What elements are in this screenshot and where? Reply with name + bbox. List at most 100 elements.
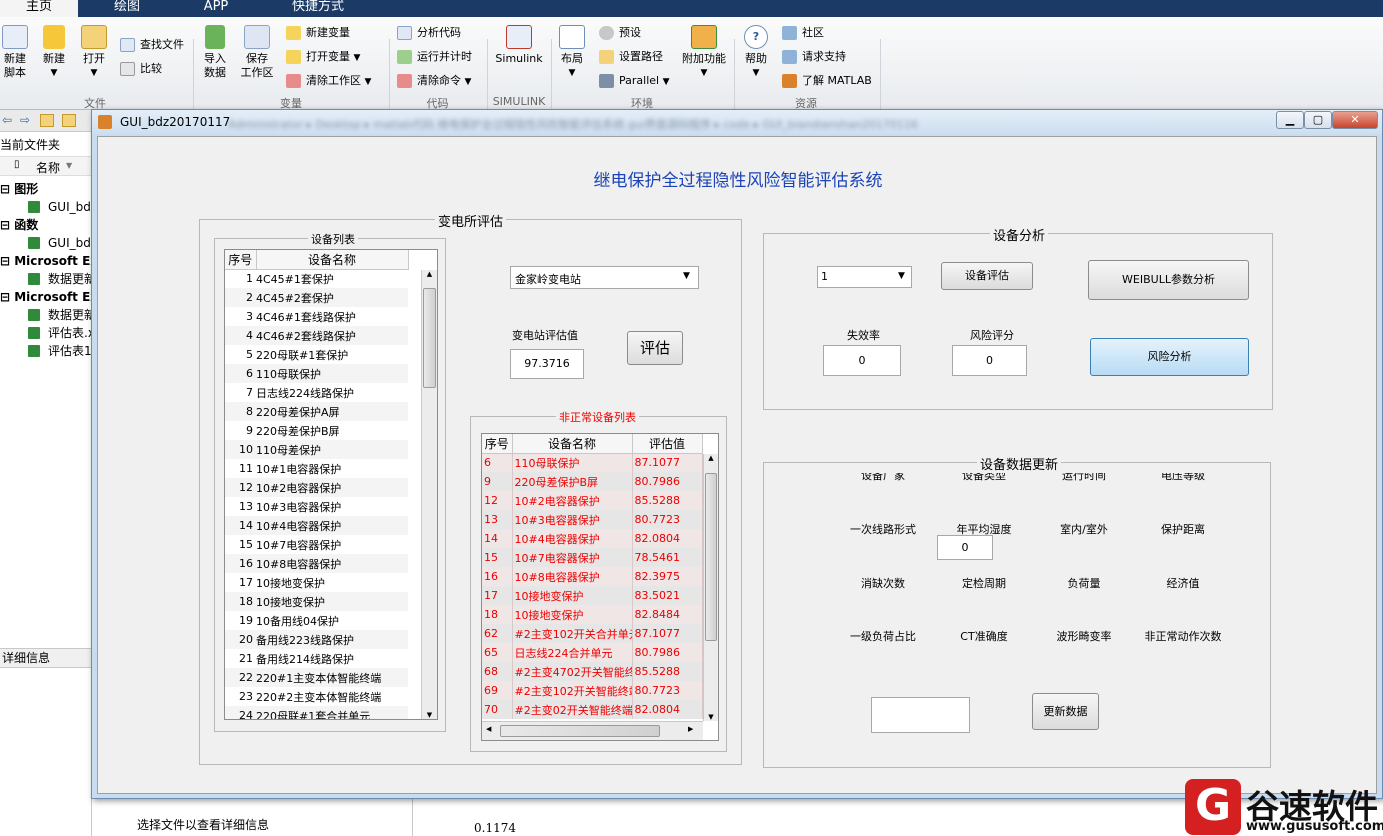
table-row[interactable]: 15 10#7电容器保护 78.5461 xyxy=(482,548,703,567)
tree-group[interactable]: ⊟ 函数 xyxy=(0,216,92,234)
table-row[interactable]: 21 备用线214线路保护 xyxy=(225,649,408,668)
run-and-time-button[interactable]: 运行并计时 xyxy=(397,48,472,66)
import-data-button[interactable]: 导入 数据 xyxy=(201,25,229,80)
tree-file[interactable]: 数据更新 xyxy=(0,270,96,288)
table-row[interactable]: 1 4C45#1套保护 xyxy=(225,269,408,288)
table-row[interactable]: 8 220母差保护A屏 xyxy=(225,402,408,421)
new-variable-button[interactable]: 新建变量 xyxy=(286,24,350,42)
station-select[interactable]: 金家岭变电站 ▼ xyxy=(510,266,699,289)
table-row[interactable]: 65 日志线224合并单元 80.7986 xyxy=(482,643,703,662)
add-ons-button[interactable]: 附加功能 ▼ xyxy=(681,25,727,80)
analyze-code-button[interactable]: 分析代码 xyxy=(397,24,461,42)
weibull-analysis-button[interactable]: WEIBULL参数分析 xyxy=(1088,260,1249,300)
simulink-button[interactable]: Simulink xyxy=(494,25,544,66)
table-row[interactable]: 23 220#2主变本体智能终端 xyxy=(225,687,408,706)
table-row[interactable]: 16 10#8电容器保护 xyxy=(225,554,408,573)
tree-file[interactable]: 评估表1 xyxy=(0,342,92,360)
abnormal-list-table[interactable]: 序号 设备名称 评估值 6 110母联保护 87.1077 9 220母差保护B屏 80.79… xyxy=(481,433,719,741)
table-row[interactable]: 70 #2主变02开关智能终端 82.0804 xyxy=(482,700,703,719)
table-row[interactable]: 15 10#7电容器保护 xyxy=(225,535,408,554)
table-row[interactable]: 17 10接地变保护 83.5021 xyxy=(482,586,703,605)
open-variable-button[interactable]: 打开变量 ▼ xyxy=(286,48,360,66)
evaluate-station-button[interactable]: 评估 xyxy=(627,331,683,365)
tree-file[interactable]: 数据更新 xyxy=(0,306,96,324)
table-row[interactable]: 16 10#8电容器保护 82.3975 xyxy=(482,567,703,586)
risk-score-field[interactable]: 0 xyxy=(952,345,1027,376)
clear-workspace-button[interactable]: 清除工作区 ▼ xyxy=(286,72,371,90)
scroll-left-icon[interactable]: ◀ xyxy=(486,725,491,733)
table-row[interactable]: 13 10#3电容器保护 80.7723 xyxy=(482,510,703,529)
table-row[interactable]: 3 4C46#1套线路保护 xyxy=(225,307,408,326)
scroll-thumb[interactable] xyxy=(500,725,660,737)
device-list-scrollbar[interactable]: ▲ ▼ xyxy=(421,270,437,719)
table-row[interactable]: 22 220#1主变本体智能终端 xyxy=(225,668,408,687)
scroll-up-icon[interactable]: ▲ xyxy=(422,270,437,282)
up-folder-icon[interactable] xyxy=(40,114,54,127)
community-button[interactable]: 社区 xyxy=(782,24,824,42)
table-row[interactable]: 18 10接地变保护 82.8484 xyxy=(482,605,703,624)
tree-group[interactable]: ⊟ Microsoft Exc xyxy=(0,288,105,306)
table-row[interactable]: 9 220母差保护B屏 80.7986 xyxy=(482,472,703,491)
table-row[interactable]: 5 220母联#1套保护 xyxy=(225,345,408,364)
close-button[interactable]: ✕ xyxy=(1332,111,1378,129)
learn-matlab-button[interactable]: 了解 MATLAB xyxy=(782,72,872,90)
humidity-field[interactable]: 0 xyxy=(937,535,993,560)
browse-folder-icon[interactable] xyxy=(62,114,76,127)
table-row[interactable]: 10 110母差保护 xyxy=(225,440,408,459)
col-header-no[interactable]: 序号 xyxy=(225,250,257,270)
window-title-bar[interactable]: GUI_bdz20170117 Administrator ▸ Desktop … xyxy=(92,110,1382,134)
abnormal-hscrollbar[interactable]: ◀ ▶ xyxy=(482,721,703,740)
table-row[interactable]: 14 10#4电容器保护 82.0804 xyxy=(482,529,703,548)
table-row[interactable]: 24 220母联#1套合并单元 xyxy=(225,706,408,719)
tree-file[interactable]: 评估表.x xyxy=(0,324,95,342)
table-row[interactable]: 19 10备用线04保护 xyxy=(225,611,408,630)
maximize-button[interactable]: ▢ xyxy=(1304,111,1332,129)
col-header-value[interactable]: 评估值 xyxy=(632,434,703,454)
scroll-thumb[interactable] xyxy=(423,288,436,388)
tree-group[interactable]: ⊟ Microsoft Exc xyxy=(0,252,105,270)
new-script-button[interactable]: 新建 脚本 xyxy=(2,25,28,80)
request-support-button[interactable]: 请求支持 xyxy=(782,48,846,66)
col-header-name[interactable]: 设备名称 xyxy=(512,434,633,454)
minimize-button[interactable]: ▁ xyxy=(1276,111,1304,129)
table-row[interactable]: 20 备用线223线路保护 xyxy=(225,630,408,649)
table-row[interactable]: 12 10#2电容器保护 xyxy=(225,478,408,497)
table-row[interactable]: 6 110母联保护 xyxy=(225,364,408,383)
table-row[interactable]: 62 #2主变102开关合并单元 87.1077 xyxy=(482,624,703,643)
scroll-down-icon[interactable]: ▼ xyxy=(422,711,437,719)
set-path-button[interactable]: 设置路径 xyxy=(599,48,663,66)
update-data-button[interactable]: 更新数据 xyxy=(1032,693,1099,730)
layout-button[interactable]: 布局 ▼ xyxy=(558,25,586,80)
device-select[interactable]: 1 ▼ xyxy=(817,266,912,288)
back-arrow-icon[interactable]: ⇦ xyxy=(2,113,12,127)
col-header-name[interactable]: 设备名称 xyxy=(256,250,409,270)
table-row[interactable]: 13 10#3电容器保护 xyxy=(225,497,408,516)
table-row[interactable]: 69 #2主变102开关智能终端 80.7723 xyxy=(482,681,703,700)
abnormal-vscrollbar[interactable]: ▲ ▼ xyxy=(703,454,718,721)
compare-button[interactable]: 比较 xyxy=(120,60,162,78)
tree-group[interactable]: ⊟ 图形 xyxy=(0,180,92,198)
parallel-button[interactable]: Parallel ▼ xyxy=(599,72,670,90)
name-column-header[interactable]: ▯ 名称 ▼ xyxy=(0,156,92,176)
find-files-button[interactable]: 查找文件 xyxy=(120,36,184,54)
details-header[interactable]: 详细信息 xyxy=(0,648,92,668)
table-row[interactable]: 17 10接地变保护 xyxy=(225,573,408,592)
help-button[interactable]: ? 帮助 ▼ xyxy=(742,25,770,80)
col-header-no[interactable]: 序号 xyxy=(482,434,513,454)
station-value-field[interactable]: 97.3716 xyxy=(510,349,584,379)
tree-file[interactable]: GUI_bdz xyxy=(0,234,97,252)
preferences-button[interactable]: 预设 xyxy=(599,24,641,42)
device-list-table[interactable]: 序号 设备名称 1 4C45#1套保护 2 4C45#2套保护 3 4C46#1套线路保护 4… xyxy=(224,249,438,720)
table-row[interactable]: 18 10接地变保护 xyxy=(225,592,408,611)
scroll-thumb[interactable] xyxy=(705,473,717,641)
table-row[interactable]: 7 日志线224线路保护 xyxy=(225,383,408,402)
failure-rate-field[interactable]: 0 xyxy=(823,345,901,376)
device-evaluate-button[interactable]: 设备评估 xyxy=(941,262,1033,290)
clear-commands-button[interactable]: 清除命令 ▼ xyxy=(397,72,471,90)
scroll-right-icon[interactable]: ▶ xyxy=(688,725,693,733)
save-workspace-button[interactable]: 保存 工作区 xyxy=(239,25,275,80)
table-row[interactable]: 11 10#1电容器保护 xyxy=(225,459,408,478)
table-row[interactable]: 12 10#2电容器保护 85.5288 xyxy=(482,491,703,510)
table-row[interactable]: 14 10#4电容器保护 xyxy=(225,516,408,535)
update-value-field[interactable] xyxy=(871,697,970,733)
